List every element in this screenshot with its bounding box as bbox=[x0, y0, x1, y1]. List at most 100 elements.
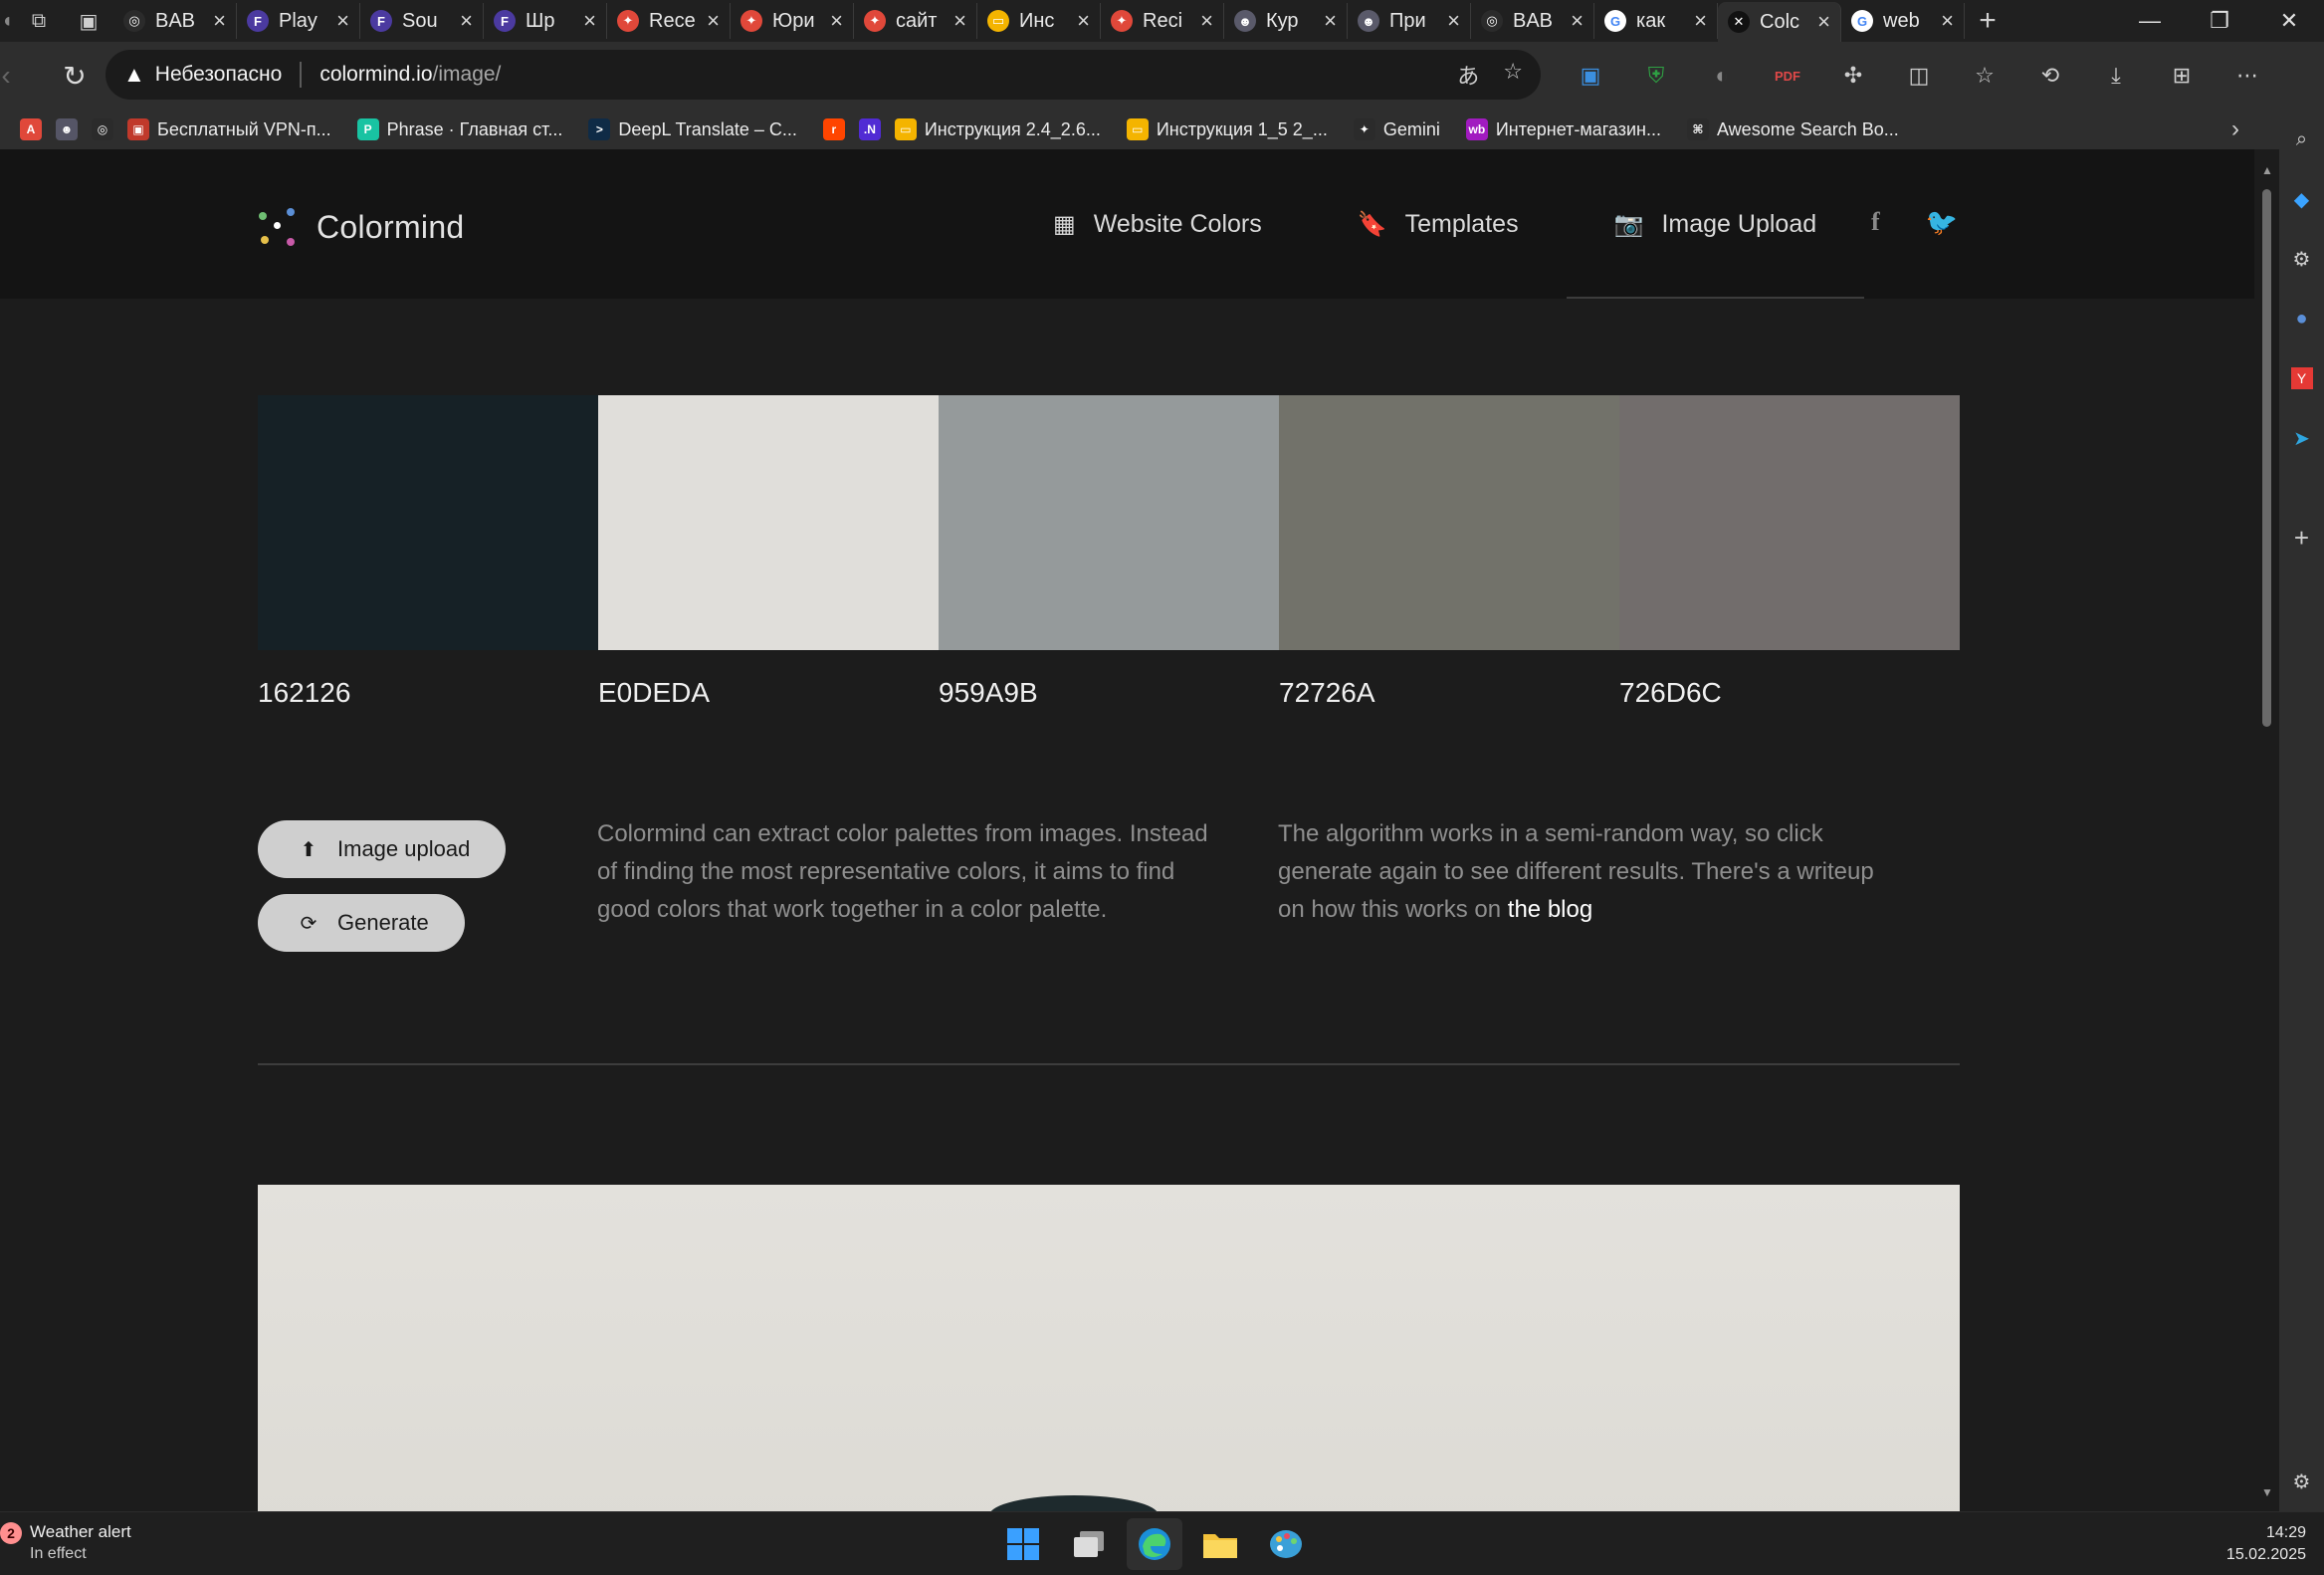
warning-icon[interactable]: ▲ bbox=[123, 62, 145, 88]
scroll-down-arrow-icon[interactable]: ▼ bbox=[2259, 1485, 2275, 1501]
browser-tab[interactable]: ◎ BAB × bbox=[1471, 3, 1594, 39]
weather-widget[interactable]: 2 Weather alert In effect bbox=[0, 1520, 131, 1564]
close-window-button[interactable]: ✕ bbox=[2254, 0, 2324, 42]
bookmark-item[interactable]: wb Интернет-магазин... bbox=[1465, 118, 1661, 140]
close-tab-icon[interactable]: × bbox=[953, 8, 966, 34]
browser-tab[interactable]: Gweb × bbox=[1841, 3, 1965, 39]
collections-icon[interactable]: ⊞ bbox=[2149, 47, 2215, 105]
favorites-icon[interactable]: ☆ bbox=[1952, 47, 2017, 105]
scrollbar-thumb[interactable] bbox=[2262, 189, 2271, 727]
page-scrollbar[interactable]: ▲ ▼ bbox=[2254, 149, 2279, 1511]
browser-tab[interactable]: Gкак × bbox=[1594, 3, 1718, 39]
edge-taskbar-button[interactable] bbox=[1127, 1518, 1182, 1570]
close-tab-icon[interactable]: × bbox=[1200, 8, 1213, 34]
extension-circle-icon[interactable]: ◐ bbox=[1689, 47, 1755, 105]
site-logo[interactable]: Colormind bbox=[257, 206, 465, 248]
palette-swatch[interactable] bbox=[258, 395, 598, 650]
bookmark-item[interactable]: ◎ bbox=[92, 118, 113, 140]
close-tab-icon[interactable]: × bbox=[1694, 8, 1707, 34]
close-tab-icon[interactable]: × bbox=[1447, 8, 1460, 34]
browser-tab[interactable]: ✦ Юри × bbox=[731, 3, 854, 39]
browser-tab[interactable]: ▭ Инс × bbox=[977, 3, 1101, 39]
address-bar[interactable]: ▲ Небезопасно colormind.io/image/ あ ☆ bbox=[106, 50, 1541, 100]
facebook-icon[interactable]: f bbox=[1871, 207, 1880, 238]
extensions-puzzle-icon[interactable]: ✣ bbox=[1820, 47, 1886, 105]
browser-tab[interactable]: ☻ При × bbox=[1348, 3, 1471, 39]
close-tab-icon[interactable]: × bbox=[460, 8, 473, 34]
start-button[interactable] bbox=[995, 1518, 1051, 1570]
copilot-icon[interactable]: ◆ bbox=[2282, 169, 2322, 229]
browser-tab[interactable]: F Sou × bbox=[360, 3, 484, 39]
url-path[interactable]: /image/ bbox=[433, 63, 502, 87]
palette-swatch[interactable] bbox=[939, 395, 1279, 650]
downloads-icon[interactable]: ⤓ bbox=[2083, 47, 2149, 105]
palette-swatch[interactable] bbox=[598, 395, 939, 650]
bookmark-item[interactable]: ⌘ Awesome Search Bo... bbox=[1687, 118, 1899, 140]
paint-button[interactable] bbox=[1258, 1518, 1314, 1570]
browser-tab[interactable]: ◎ BAB × bbox=[113, 3, 237, 39]
palette-swatch[interactable] bbox=[1619, 395, 1960, 650]
restore-button[interactable]: ❐ bbox=[2185, 0, 2254, 42]
close-tab-icon[interactable]: × bbox=[1077, 8, 1090, 34]
close-tab-icon[interactable]: × bbox=[1571, 8, 1584, 34]
close-tab-icon[interactable]: × bbox=[1941, 8, 1954, 34]
security-label[interactable]: Небезопасно bbox=[155, 63, 283, 87]
bookmark-item[interactable]: ▭ Инструкция 1_5 2_... bbox=[1126, 118, 1328, 140]
screenshot-extension-icon[interactable]: ▣ bbox=[1558, 47, 1623, 105]
close-tab-icon[interactable]: × bbox=[830, 8, 843, 34]
close-tab-icon[interactable]: × bbox=[336, 8, 349, 34]
shield-extension-icon[interactable]: ⛨ bbox=[1623, 47, 1689, 105]
browser-tab[interactable]: ✕ Colc × bbox=[1718, 2, 1841, 42]
bookmark-item[interactable]: .N bbox=[858, 118, 881, 140]
close-tab-icon[interactable]: × bbox=[1324, 8, 1337, 34]
image-upload-button[interactable]: ⬆ Image upload bbox=[258, 820, 507, 878]
minimize-button[interactable]: — bbox=[2115, 0, 2185, 42]
twitter-icon[interactable]: 🐦 bbox=[1926, 207, 1958, 238]
bookmark-item[interactable]: ☻ bbox=[56, 118, 78, 140]
bookmark-item[interactable]: > DeepL Translate – C... bbox=[588, 118, 797, 140]
browser-tab[interactable]: F Шр × bbox=[484, 3, 607, 39]
bookmark-item[interactable]: ▣ Бесплатный VPN-п... bbox=[127, 118, 331, 140]
close-tab-icon[interactable]: × bbox=[583, 8, 596, 34]
nav-grid[interactable]: ▦ Website Colors bbox=[1005, 149, 1310, 299]
app-dark-icon[interactable]: ● bbox=[2282, 289, 2322, 348]
translate-icon[interactable]: あ bbox=[1457, 59, 1479, 91]
bookmark-item[interactable]: A bbox=[20, 118, 42, 140]
bookmark-item[interactable]: r bbox=[822, 118, 845, 140]
more-menu-icon[interactable]: ⋯ bbox=[2215, 47, 2280, 105]
telegram-icon[interactable]: ➤ bbox=[2282, 408, 2322, 468]
bookmark-item[interactable]: P Phrase · Главная ст... bbox=[356, 118, 562, 140]
nav-bookmark[interactable]: 🔖 Templates bbox=[1310, 149, 1567, 299]
nav-camera[interactable]: 📷 Image Upload bbox=[1566, 149, 1865, 299]
refresh-button[interactable]: ↻ bbox=[46, 47, 104, 105]
pdf-extension-icon[interactable]: PDF bbox=[1755, 47, 1820, 105]
browser-tab[interactable]: ☻ Кур × bbox=[1224, 3, 1348, 39]
new-tab-button[interactable]: + bbox=[1965, 0, 2010, 42]
generate-button[interactable]: ⟳ Generate bbox=[258, 894, 465, 952]
browser-tab[interactable]: F Play × bbox=[237, 3, 360, 39]
close-tab-icon[interactable]: × bbox=[1817, 9, 1830, 35]
favorite-star-icon[interactable]: ☆ bbox=[1503, 59, 1523, 91]
browser-tab[interactable]: ✦ Reci × bbox=[1101, 3, 1224, 39]
system-clock[interactable]: 14:29 15.02.2025 bbox=[2226, 1522, 2306, 1566]
back-button[interactable]: ‹ bbox=[0, 47, 12, 105]
workspaces-icon[interactable]: ⧉ bbox=[14, 0, 64, 42]
profile-dot-icon[interactable]: ◖ bbox=[0, 0, 14, 42]
blog-link[interactable]: the blog bbox=[1508, 896, 1592, 923]
url-host[interactable]: colormind.io bbox=[319, 63, 432, 87]
history-icon[interactable]: ⟲ bbox=[2017, 47, 2083, 105]
yandex-icon[interactable]: Y bbox=[2290, 367, 2313, 389]
close-tab-icon[interactable]: × bbox=[707, 8, 720, 34]
search-icon[interactable]: ⌕ bbox=[2282, 110, 2322, 169]
bookmarks-overflow-chevron-icon[interactable]: › bbox=[2231, 115, 2239, 143]
task-view-button[interactable] bbox=[1061, 1518, 1117, 1570]
browser-tab[interactable]: ✦ Rece × bbox=[607, 3, 731, 39]
close-tab-icon[interactable]: × bbox=[213, 8, 226, 34]
sidebar-settings-icon[interactable]: ⚙ bbox=[2282, 1452, 2322, 1511]
add-sidebar-app-icon[interactable]: + bbox=[2282, 508, 2322, 567]
scroll-up-arrow-icon[interactable]: ▲ bbox=[2259, 163, 2275, 179]
browser-tab[interactable]: ✦ сайт × bbox=[854, 3, 977, 39]
file-explorer-button[interactable] bbox=[1192, 1518, 1248, 1570]
split-screen-icon[interactable]: ◫ bbox=[1886, 47, 1952, 105]
bookmark-item[interactable]: ✦ Gemini bbox=[1353, 118, 1440, 140]
